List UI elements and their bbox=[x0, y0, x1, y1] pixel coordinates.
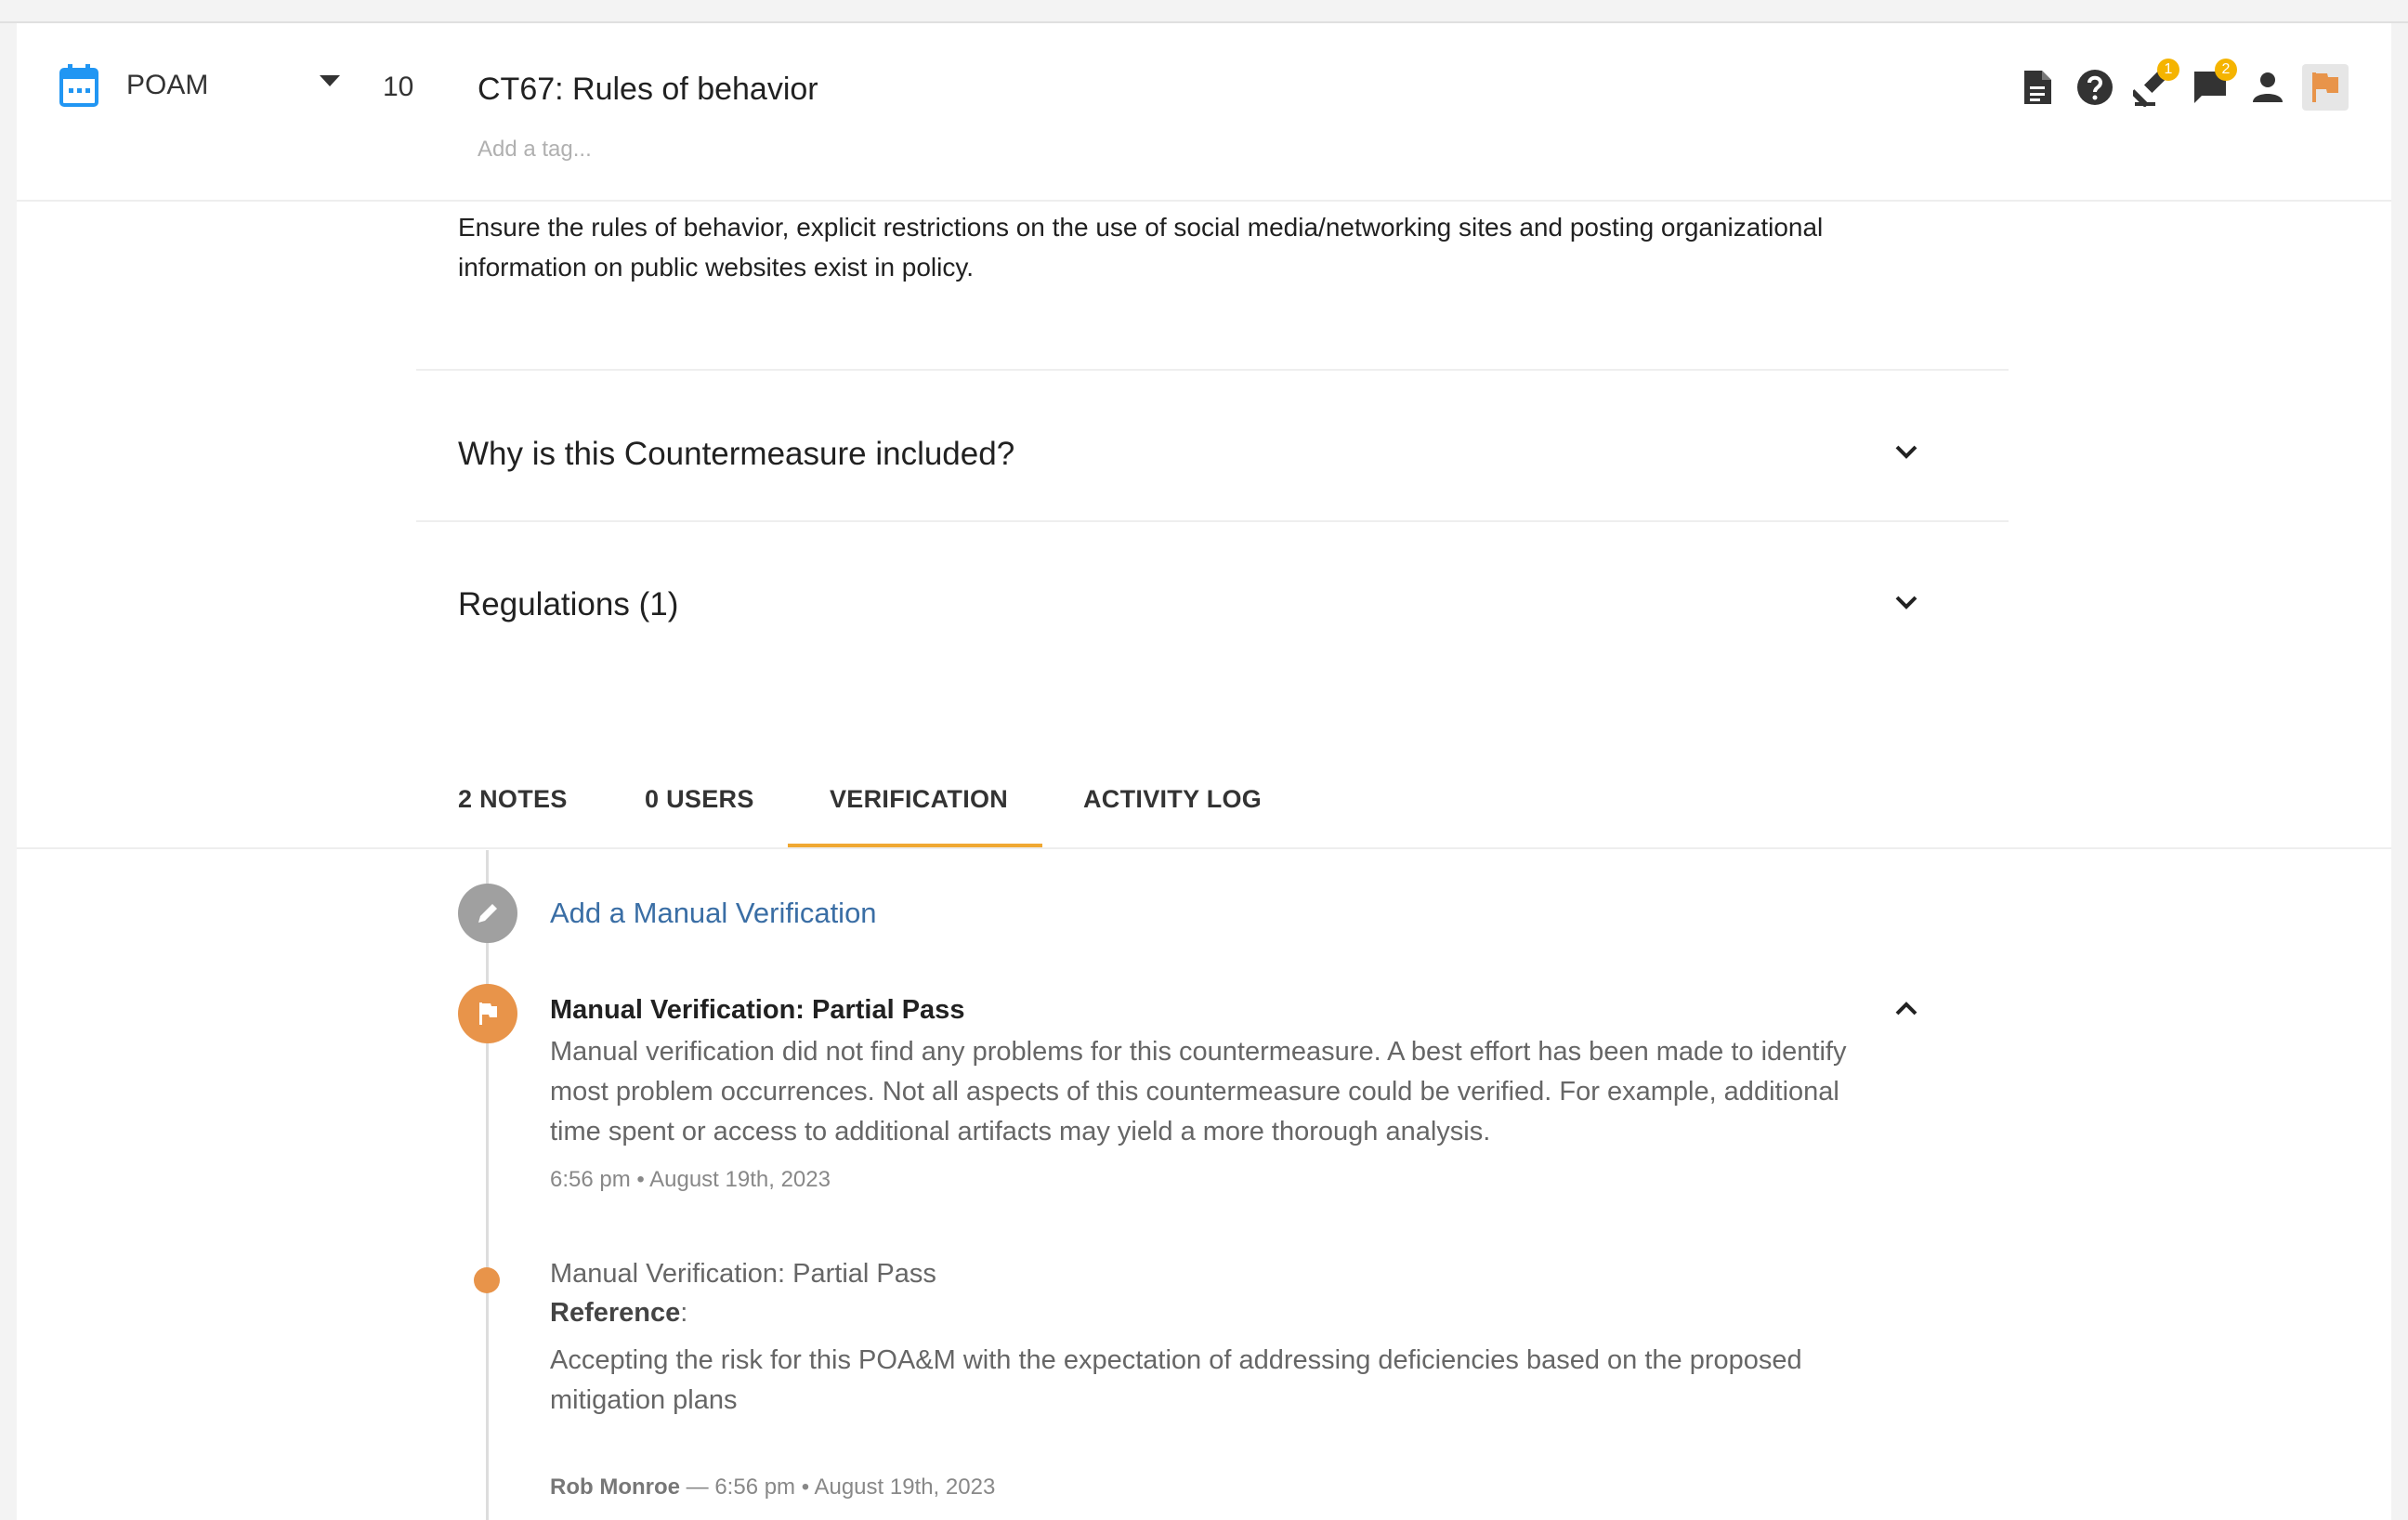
entry-body: Accepting the risk for this POA&M with t… bbox=[550, 1345, 1802, 1415]
pencil-icon[interactable] bbox=[458, 884, 517, 943]
verification-timestamp: 6:56 pm • August 19th, 2023 bbox=[550, 1167, 831, 1192]
chevron-up-icon[interactable] bbox=[1888, 989, 1925, 1027]
entry-title: Manual Verification: Partial Pass bbox=[550, 1259, 936, 1289]
add-manual-verification-link[interactable]: Add a Manual Verification bbox=[550, 897, 877, 930]
document-icon[interactable] bbox=[2014, 64, 2061, 111]
reference-label: Reference bbox=[550, 1298, 681, 1328]
entry-timestamp: 6:56 pm • August 19th, 2023 bbox=[714, 1474, 996, 1500]
tab-notes[interactable]: 2 NOTES bbox=[458, 785, 568, 814]
gavel-icon[interactable]: 1 bbox=[2129, 59, 2179, 111]
tab-users[interactable]: 0 USERS bbox=[645, 785, 754, 814]
tag-input[interactable]: Add a tag... bbox=[478, 137, 592, 163]
entry-meta: Rob Monroe — 6:56 pm • August 19th, 2023 bbox=[550, 1474, 995, 1500]
verification-title: Manual Verification: Partial Pass bbox=[550, 995, 965, 1025]
divider bbox=[416, 369, 2009, 371]
chevron-down-icon[interactable] bbox=[320, 75, 340, 86]
chevron-down-icon[interactable] bbox=[1888, 584, 1925, 622]
calendar-icon[interactable] bbox=[59, 64, 98, 107]
item-number: 10 bbox=[383, 72, 414, 102]
chat-icon[interactable]: 2 bbox=[2187, 59, 2237, 111]
timeline-dot bbox=[474, 1267, 500, 1293]
entry-reference: Reference: bbox=[550, 1298, 687, 1329]
verification-body: Manual verification did not find any pro… bbox=[550, 1037, 1847, 1147]
top-bar bbox=[0, 0, 2408, 23]
chevron-down-icon[interactable] bbox=[1888, 434, 1925, 471]
page-title: CT67: Rules of behavior bbox=[478, 72, 818, 107]
help-icon[interactable] bbox=[2072, 64, 2118, 111]
entry-author: Rob Monroe bbox=[550, 1474, 680, 1500]
flag-icon[interactable] bbox=[2302, 64, 2349, 111]
person-icon[interactable] bbox=[2244, 64, 2291, 111]
accordion-why-included-title[interactable]: Why is this Countermeasure included? bbox=[458, 436, 1014, 473]
accordion-regulations-title[interactable]: Regulations (1) bbox=[458, 586, 678, 623]
divider bbox=[17, 847, 2391, 849]
entry-separator: — bbox=[679, 1474, 715, 1500]
tab-activity-log[interactable]: ACTIVITY LOG bbox=[1083, 785, 1262, 814]
divider bbox=[416, 520, 2009, 522]
chat-badge: 2 bbox=[2215, 59, 2237, 81]
reference-colon: : bbox=[680, 1298, 688, 1328]
timeline-line bbox=[486, 850, 489, 1520]
panel-header: POAM 10 CT67: Rules of behavior Add a ta… bbox=[17, 23, 2391, 202]
countermeasure-panel: POAM 10 CT67: Rules of behavior Add a ta… bbox=[17, 23, 2391, 1520]
countermeasure-description: Ensure the rules of behavior, explicit r… bbox=[458, 213, 1824, 282]
list-selector-label[interactable]: POAM bbox=[126, 70, 208, 101]
gavel-badge: 1 bbox=[2157, 59, 2179, 81]
flag-icon bbox=[458, 984, 517, 1043]
tab-verification[interactable]: VERIFICATION bbox=[830, 785, 1008, 814]
